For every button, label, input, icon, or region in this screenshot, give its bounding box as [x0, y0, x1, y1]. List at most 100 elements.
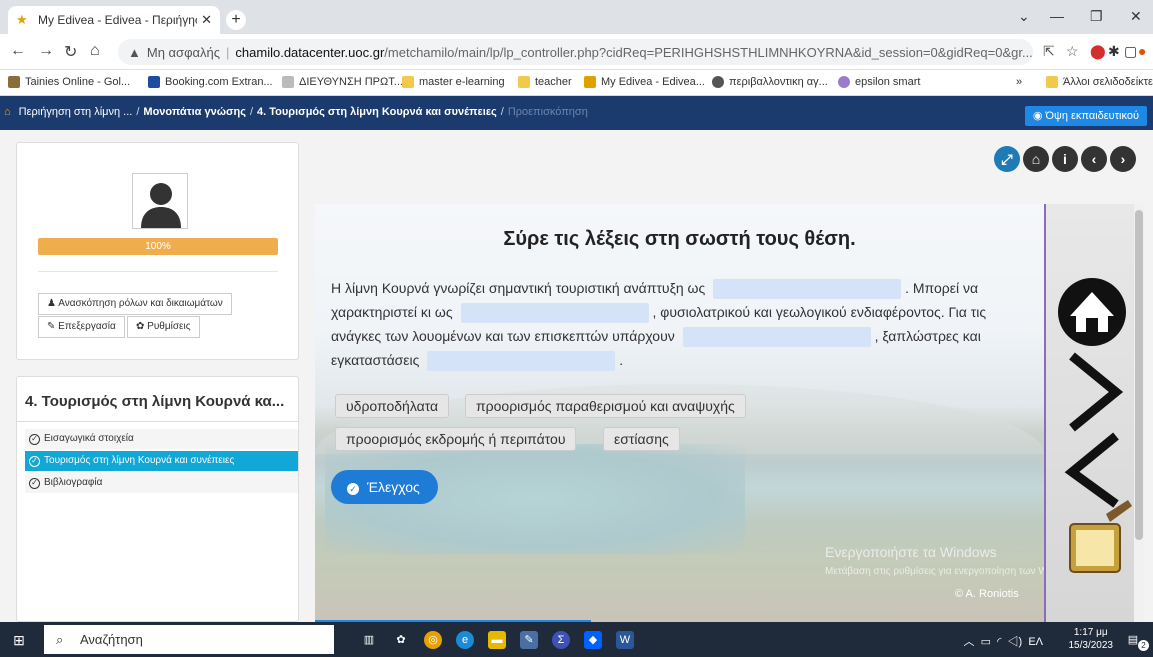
bookmark-label: master e-learning [419, 76, 505, 88]
close-tab-icon[interactable]: ✕ [201, 12, 212, 28]
url-path: /metchamilo/main/lp/lp_controller.php?ci… [384, 44, 1033, 60]
language-indicator[interactable]: ΕΛ [1028, 636, 1043, 648]
draggable-word[interactable]: προορισμός εκδρομής ή περιπάτου [335, 427, 577, 451]
chevron-up-icon[interactable]: ︿ [964, 636, 975, 648]
user-silhouette-icon [141, 183, 181, 228]
back-arrow-icon[interactable] [1064, 432, 1119, 508]
adblock-icon[interactable]: ⬤ [1090, 43, 1106, 60]
word-icon[interactable]: W [616, 631, 634, 649]
paragraph-line: χαρακτηριστεί κι ως , φυσιολατρικού και … [331, 300, 986, 324]
bookmark[interactable]: master e-learning [402, 76, 505, 88]
wifi-icon[interactable]: ◜ [997, 636, 1001, 648]
settings-button[interactable]: ✿ Ρυθμίσεις [127, 316, 200, 338]
bookmark[interactable]: My Edivea - Edivea... [584, 76, 705, 88]
drop-zone-1[interactable] [713, 279, 902, 300]
task-view-icon[interactable]: ▥ [360, 631, 378, 649]
bookmark-label: teacher [535, 76, 572, 88]
bookmark[interactable]: Tainies Online - Gol... [8, 76, 130, 88]
bookmark[interactable]: περιβαλλοντικη αγ... [712, 76, 828, 88]
teacher-view-button[interactable]: ◉ Όψη εκπαιδευτικού [1024, 106, 1147, 126]
bookmarks-bar: Tainies Online - Gol... Booking.com Extr… [0, 70, 1153, 96]
scrollbar-thumb[interactable] [1135, 210, 1143, 540]
star-icon[interactable]: ☆ [1066, 43, 1079, 60]
roles-button[interactable]: ♟ Ανασκόπηση ρόλων και δικαιωμάτων [38, 293, 232, 315]
paint-icon[interactable]: ✎ [520, 631, 538, 649]
restore-icon[interactable]: ❐ [1090, 8, 1103, 25]
breadcrumb-item[interactable]: 4. Τουρισμός στη λίμνη Κουρνά και συνέπε… [257, 106, 497, 118]
new-tab-button[interactable]: + [226, 10, 246, 30]
file-explorer-icon[interactable]: ▬ [488, 631, 506, 649]
notebook-icon[interactable] [1069, 500, 1132, 573]
forward-icon[interactable]: → [38, 42, 54, 60]
dropbox-icon[interactable]: ◆ [584, 631, 602, 649]
lesson-item-label: Εισαγωγικά στοιχεία [44, 433, 134, 444]
bookmark[interactable]: teacher [518, 76, 572, 88]
home-icon[interactable]: ⌂ [90, 42, 100, 60]
expand-icon[interactable]: ⤢ [994, 146, 1020, 172]
home-circle-icon[interactable]: ⌂ [1023, 146, 1049, 172]
share-icon[interactable]: ⇱ [1043, 43, 1055, 60]
url-separator: | [226, 44, 230, 60]
draggable-word[interactable]: υδροποδήλατα [335, 394, 450, 418]
reload-icon[interactable]: ↻ [64, 42, 77, 62]
bookmark-label: Tainies Online - Gol... [25, 76, 131, 88]
settings-gear-icon[interactable]: ✿ [392, 631, 410, 649]
calculator-icon[interactable]: Σ [552, 631, 570, 649]
home-circle-icon[interactable] [1058, 278, 1126, 346]
drop-zone-4[interactable] [427, 351, 616, 372]
next-icon[interactable]: › [1110, 146, 1136, 172]
lesson-title: 4. Τουρισμός στη λίμνη Κουρνά κα... [25, 393, 285, 410]
lesson-item[interactable]: ✓ Εισαγωγικά στοιχεία [25, 429, 298, 449]
folder-icon [1046, 76, 1058, 88]
volume-icon[interactable]: ◁) [1004, 636, 1025, 648]
lesson-item-active[interactable]: ✓ Τουρισμός στη λίμνη Κουρνά και συνέπειε… [25, 451, 298, 471]
drop-zone-3[interactable] [682, 327, 871, 348]
edit-button[interactable]: ✎ Επεξεργασία [38, 316, 125, 338]
clock[interactable]: 1:17 μμ 15/3/2023 [1069, 626, 1114, 652]
profile-icon[interactable]: ● [1138, 43, 1146, 59]
info-icon[interactable]: i [1052, 146, 1078, 172]
breadcrumb-item[interactable]: Μονοπάτια γνώσης [143, 106, 246, 118]
paragraph-line: εγκαταστάσεις . [331, 348, 623, 372]
lesson-item[interactable]: ✓ Βιβλιογραφία [25, 473, 298, 493]
content-frame: Σύρε τις λέξεις στη σωστή τους θέση. Η λ… [315, 204, 1144, 622]
home-icon[interactable]: ⌂ [4, 106, 11, 118]
tab-search-icon[interactable]: ⌄ [1018, 8, 1030, 25]
drop-zone-2[interactable] [460, 303, 649, 324]
bookmark-label: περιβαλλοντικη αγ... [729, 76, 828, 88]
content-scrollbar[interactable] [1134, 204, 1144, 622]
breadcrumb-separator: / [136, 106, 140, 118]
lesson-nav: 4. Τουρισμός στη λίμνη Κουρνά κα... ✓ Εισ… [16, 376, 299, 622]
windows-start-icon[interactable]: ⊞ [10, 631, 28, 649]
bookmark[interactable]: ΔΙΕΥΘΥΝΣΗ ΠΡΩΤ... [282, 76, 403, 88]
bookmark[interactable]: epsilon smart [838, 76, 920, 88]
bookmark-label: My Edivea - Edivea... [601, 76, 705, 88]
previous-icon[interactable]: ‹ [1081, 146, 1107, 172]
more-bookmarks[interactable]: » [1016, 76, 1022, 88]
pencil-icon: ✎ [47, 321, 59, 332]
paragraph-line: Η λίμνη Κουρνά γνωρίζει σημαντική τουρισ… [331, 276, 978, 300]
other-bookmarks[interactable]: Άλλοι σελιδοδείκτες [1046, 76, 1153, 88]
edge-icon[interactable]: e [456, 631, 474, 649]
bookmark[interactable]: Booking.com Extran... [148, 76, 273, 88]
back-icon[interactable]: ← [10, 42, 26, 60]
check-button[interactable]: ✓ Έλεγχος [331, 470, 438, 504]
sidepanel-icon[interactable]: ▢ [1124, 43, 1137, 60]
progress-bar: 100% [38, 238, 278, 255]
draggable-word[interactable]: εστίασης [603, 427, 680, 451]
draggable-word[interactable]: προορισμός παραθερισμού και αναψυχής [465, 394, 746, 418]
taskbar-search[interactable]: ⌕ Αναζήτηση [44, 625, 334, 654]
minimize-icon[interactable]: — [1050, 8, 1064, 24]
extensions-icon[interactable]: ✱ [1108, 43, 1120, 60]
roles-button-label: Ανασκόπηση ρόλων και δικαιωμάτων [58, 298, 223, 309]
chrome-icon[interactable]: ◎ [424, 631, 442, 649]
system-tray[interactable]: ︿ ▭ ◜ ◁) ΕΛ [964, 633, 1044, 649]
close-window-icon[interactable]: ✕ [1130, 8, 1142, 25]
network-icon[interactable]: ▭ [978, 636, 995, 648]
address-bar-row: ← → ↻ ⌂ ▲ Μη ασφαλής | chamilo.datacente… [0, 34, 1153, 70]
url-field[interactable]: ▲ Μη ασφαλής | chamilo.datacenter.uoc.gr… [118, 39, 1033, 65]
browser-tab[interactable]: ★ My Edivea - Edivea - Περιήγηση σ ✕ [8, 6, 220, 34]
breadcrumb-item[interactable]: Περιήγηση στη λίμνη ... [19, 106, 133, 118]
forward-arrow-icon[interactable] [1069, 352, 1124, 432]
check-icon: ✓ [347, 483, 359, 495]
